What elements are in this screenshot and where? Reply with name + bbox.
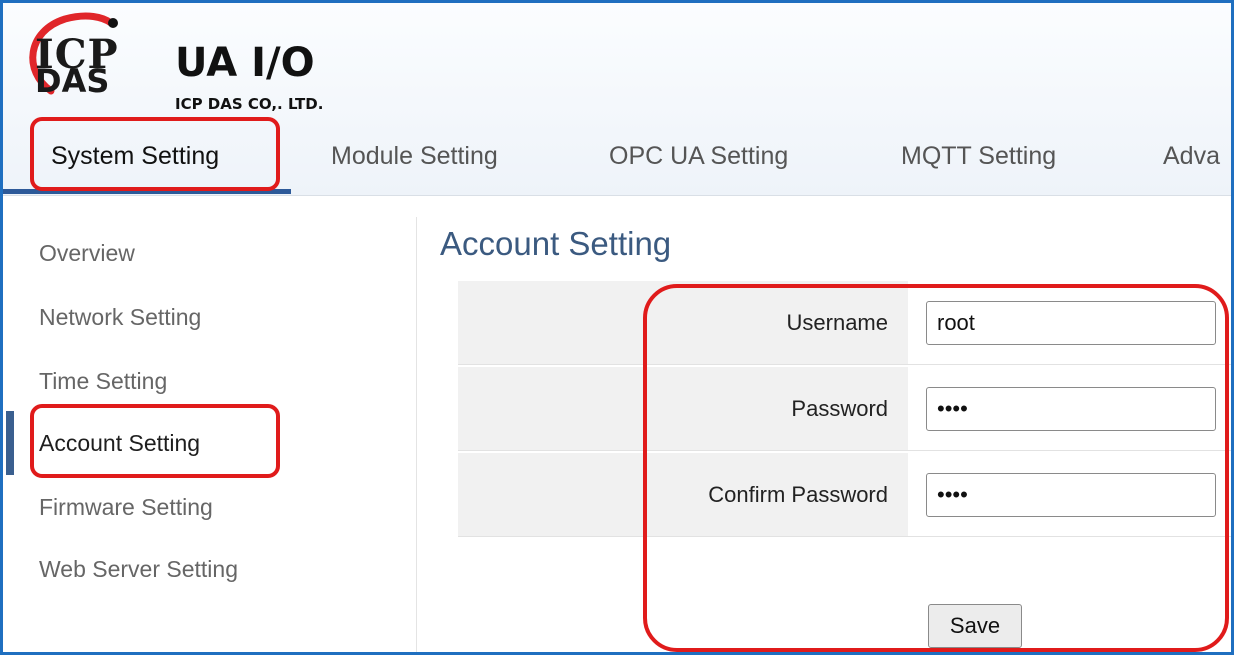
company-logo: ICP DAS bbox=[17, 7, 127, 107]
tab-advanced[interactable]: Adva bbox=[1163, 139, 1220, 173]
active-sidebar-indicator bbox=[6, 411, 14, 475]
form-row-username: Username bbox=[458, 281, 1231, 365]
tab-module-setting[interactable]: Module Setting bbox=[331, 139, 498, 173]
logo-text-das: DAS bbox=[35, 62, 110, 100]
active-tab-indicator bbox=[3, 189, 291, 194]
password-label: Password bbox=[791, 396, 888, 421]
app-window: ICP DAS UA I/O ICP DAS CO,. LTD. System … bbox=[0, 0, 1234, 655]
form-row-password: Password bbox=[458, 367, 1231, 451]
tab-system-setting[interactable]: System Setting bbox=[51, 139, 219, 173]
account-form: Username Password Confirm Password bbox=[458, 281, 1231, 538]
confirm-password-label: Confirm Password bbox=[708, 482, 888, 507]
form-row-confirm-password: Confirm Password bbox=[458, 453, 1231, 537]
sidebar-item-overview[interactable]: Overview bbox=[39, 239, 135, 267]
password-input[interactable] bbox=[926, 387, 1216, 431]
sidebar-item-network-setting[interactable]: Network Setting bbox=[39, 303, 201, 331]
sidebar-item-web-server-setting[interactable]: Web Server Setting bbox=[39, 555, 238, 583]
sidebar-item-time-setting[interactable]: Time Setting bbox=[39, 367, 167, 395]
username-label: Username bbox=[786, 310, 888, 335]
content-divider bbox=[416, 217, 417, 652]
header: ICP DAS UA I/O ICP DAS CO,. LTD. System … bbox=[3, 3, 1231, 196]
page-title: Account Setting bbox=[440, 225, 672, 262]
sidebar-item-firmware-setting[interactable]: Firmware Setting bbox=[39, 493, 213, 521]
confirm-password-input[interactable] bbox=[926, 473, 1216, 517]
company-name: ICP DAS CO,. LTD. bbox=[175, 95, 324, 113]
product-title: UA I/O bbox=[175, 40, 315, 86]
tab-opc-ua-setting[interactable]: OPC UA Setting bbox=[609, 139, 788, 173]
sidebar-item-account-setting[interactable]: Account Setting bbox=[39, 429, 200, 457]
tab-mqtt-setting[interactable]: MQTT Setting bbox=[901, 139, 1056, 173]
username-input[interactable] bbox=[926, 301, 1216, 345]
save-button[interactable]: Save bbox=[928, 604, 1022, 648]
